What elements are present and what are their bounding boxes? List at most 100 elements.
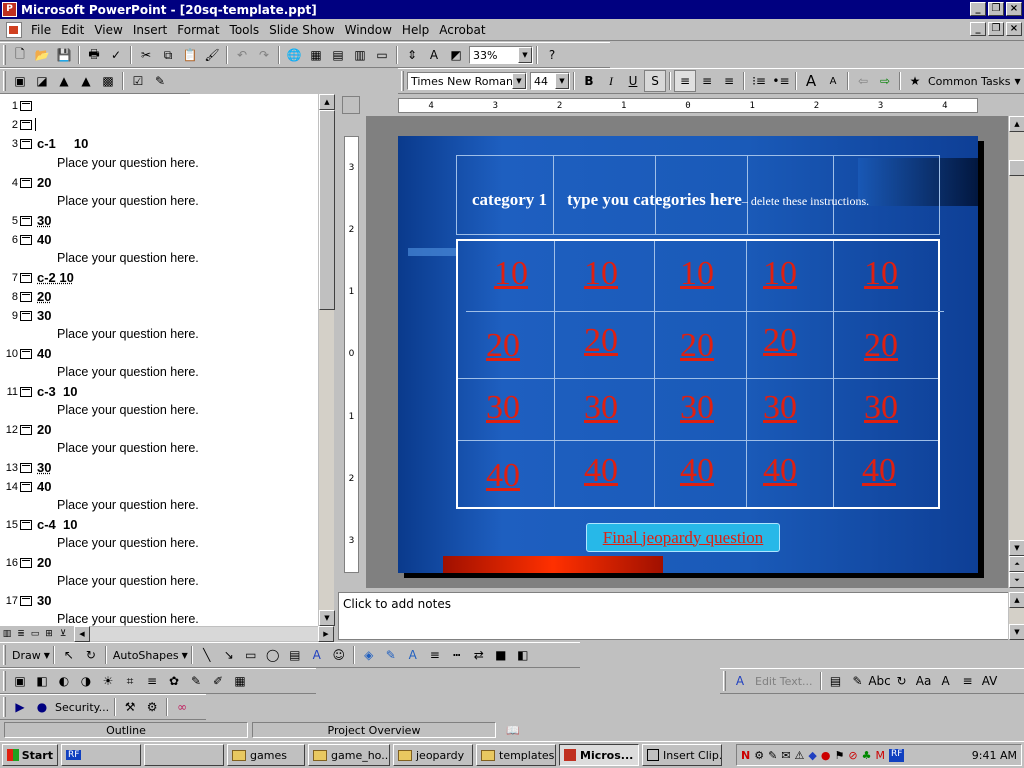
taskbar-item-powerpoint[interactable]: Micros... — [559, 744, 639, 766]
taskbar-item-games[interactable]: games — [227, 744, 305, 766]
outline-slide[interactable]: 15 c-4 10 — [0, 515, 78, 534]
slide-sorter-icon[interactable]: ⊞ — [42, 627, 56, 641]
tables-icon[interactable]: ▦ — [305, 44, 327, 66]
line-color-icon[interactable]: ✎ — [380, 644, 402, 666]
toolbar-icon-5[interactable]: ▩ — [97, 70, 119, 92]
value-cell[interactable]: 30 — [468, 388, 538, 428]
value-cell[interactable]: 30 — [566, 388, 636, 428]
cut-icon[interactable]: ✂ — [135, 44, 157, 66]
autoshapes-menu-button[interactable]: AutoShapes — [110, 649, 182, 662]
bullets-icon[interactable]: •≡ — [770, 70, 792, 92]
chevron-down-icon[interactable]: ▼ — [1015, 77, 1021, 86]
menu-file[interactable]: File — [26, 23, 56, 37]
value-cell[interactable]: 40 — [662, 451, 732, 491]
value-cell[interactable]: 40 — [745, 451, 815, 491]
horizontal-ruler[interactable]: 432101234 — [398, 98, 978, 113]
slide-title[interactable]: 30 — [37, 308, 51, 323]
more-contrast-icon[interactable]: ◐ — [53, 670, 75, 692]
chevron-down-icon[interactable]: ▼ — [44, 651, 50, 660]
tray-icon-5[interactable]: ◆ — [808, 749, 816, 762]
value-cell[interactable]: 30 — [846, 388, 916, 428]
fill-color-icon[interactable]: ◈ — [358, 644, 380, 666]
wordart-icon[interactable]: A — [306, 644, 328, 666]
scroll-left-icon[interactable]: ◀ — [74, 626, 90, 642]
align-right-icon[interactable]: ≡ — [718, 70, 740, 92]
spelling-icon[interactable]: ✓ — [105, 44, 127, 66]
value-cell[interactable]: 10 — [662, 254, 732, 294]
wordart-gallery-icon[interactable]: ▤ — [825, 670, 847, 692]
underline-button[interactable]: U — [622, 70, 644, 92]
slide-body-text[interactable]: Place your question here. — [57, 610, 199, 626]
scroll-down-icon[interactable]: ▼ — [1009, 624, 1024, 640]
normal-view-icon[interactable]: ▥ — [0, 627, 14, 641]
common-tasks-icon[interactable]: ★ — [904, 70, 926, 92]
slide-title[interactable]: c-3 10 — [37, 384, 77, 399]
doc-minimize-button[interactable]: _ — [970, 22, 986, 36]
wordart-align-icon[interactable]: ≡ — [957, 670, 979, 692]
menu-acrobat[interactable]: Acrobat — [434, 23, 490, 37]
doc-close-button[interactable]: × — [1006, 22, 1022, 36]
toolbar-icon-1[interactable]: ▣ — [9, 70, 31, 92]
notes-scrollbar[interactable]: ▲ ▼ — [1008, 592, 1024, 640]
outline-view-icon[interactable]: ≣ — [14, 627, 28, 641]
start-button[interactable]: Start — [2, 744, 58, 766]
add-ins-icon[interactable]: ∞ — [171, 696, 193, 718]
clipart-icon[interactable]: ☺ — [328, 644, 350, 666]
menu-window[interactable]: Window — [340, 23, 397, 37]
recolor-icon[interactable]: ✿ — [163, 670, 185, 692]
close-button[interactable]: × — [1006, 2, 1022, 16]
tray-rf-icon[interactable]: RF — [888, 748, 905, 762]
free-rotate-icon[interactable]: ↻ — [80, 644, 102, 666]
line-style-icon[interactable]: ≡ — [424, 644, 446, 666]
slide-body-text[interactable]: Place your question here. — [57, 534, 199, 553]
outline-slide[interactable]: 7 c-2 10 — [0, 268, 74, 287]
save-icon[interactable]: 💾 — [53, 44, 75, 66]
line-style-2-icon[interactable]: ≡ — [141, 670, 163, 692]
paste-icon[interactable]: 📋 — [179, 44, 201, 66]
zoom-combo[interactable]: 33% ▼ — [469, 46, 533, 64]
final-jeopardy-button[interactable]: Final jeopardy question — [586, 523, 780, 552]
slide-body-text[interactable]: Place your question here. — [57, 192, 199, 211]
outline-slide[interactable]: 1 — [0, 96, 37, 115]
text-box-icon[interactable]: ▤ — [284, 644, 306, 666]
slide-title[interactable]: 40 — [37, 346, 51, 361]
crop-icon[interactable]: ⌗ — [119, 670, 141, 692]
slide-title[interactable]: c-2 10 — [37, 270, 74, 285]
wordart-same-height-icon[interactable]: Aa — [913, 670, 935, 692]
slide-scrollbar[interactable]: ▲ ▼ ⏶ ⏷ — [1008, 116, 1024, 588]
slide-title[interactable]: 40 — [37, 232, 51, 247]
minimize-button[interactable]: _ — [970, 2, 986, 16]
hyperlink-icon[interactable]: 🌐 — [283, 44, 305, 66]
clock[interactable]: 9:41 AM — [972, 749, 1017, 762]
arrow-icon[interactable]: ↘ — [218, 644, 240, 666]
decrease-font-icon[interactable]: A — [822, 70, 844, 92]
slide-title[interactable]: 20 — [37, 175, 51, 190]
wordart-spacing-icon[interactable]: AV — [979, 670, 1001, 692]
toolbar-icon-3[interactable]: ▲ — [53, 70, 75, 92]
slide-title[interactable]: 30 — [37, 593, 51, 608]
slide-body-text[interactable]: Place your question here. — [57, 154, 199, 173]
notes-placeholder[interactable]: Click to add notes — [343, 597, 451, 611]
slide-show-icon[interactable]: ⊻ — [56, 627, 70, 641]
format-picture-icon[interactable]: ✎ — [185, 670, 207, 692]
document-icon[interactable] — [6, 21, 22, 38]
value-cell[interactable]: 40 — [844, 451, 914, 491]
slide-title[interactable]: c-4 10 — [37, 517, 77, 532]
menu-help[interactable]: Help — [397, 23, 434, 37]
help-icon[interactable]: ? — [541, 44, 563, 66]
promote-icon[interactable]: ⇦ — [852, 70, 874, 92]
taskbar-item-insert-clip[interactable]: Insert Clip... — [642, 744, 722, 766]
outline-slide[interactable]: 16 20 — [0, 553, 52, 572]
slide-view-icon[interactable]: ▭ — [28, 627, 42, 641]
slide-title[interactable]: 20 — [37, 555, 51, 570]
outline-slide[interactable]: 6 40 — [0, 230, 52, 249]
3d-icon[interactable]: ◧ — [512, 644, 534, 666]
align-left-icon[interactable]: ≡ — [674, 70, 696, 92]
line-icon[interactable]: ╲ — [196, 644, 218, 666]
oval-icon[interactable]: ◯ — [262, 644, 284, 666]
menu-view[interactable]: View — [89, 23, 127, 37]
slide-title[interactable]: 30 — [37, 213, 51, 228]
set-transparent-icon[interactable]: ✐ — [207, 670, 229, 692]
open-icon[interactable]: 📂 — [31, 44, 53, 66]
taskbar-quick-launch[interactable]: RF — [61, 744, 141, 766]
